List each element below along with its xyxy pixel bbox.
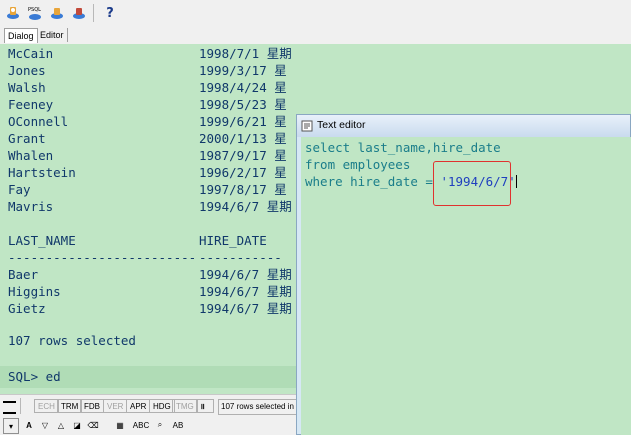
- editor-line-1: select last_name,hire_date: [305, 140, 501, 155]
- tab-bar: Dialog Editor: [0, 26, 631, 44]
- connect-icon[interactable]: [3, 3, 23, 23]
- bottom-toolbar: ▾ A ▽ △ ◪ ⌫ ▦ ABC ⌕ AB: [0, 416, 298, 435]
- rows-selected-message: 107 rows selected: [8, 333, 136, 348]
- result-row: Higgins 1994/6/7 星期: [8, 284, 292, 299]
- result-row: Hartstein 1996/2/17 星: [8, 165, 287, 180]
- status-separator: [20, 398, 21, 414]
- result-row: McCain 1998/7/1 星期: [8, 46, 292, 61]
- editor-title-bar[interactable]: Text editor: [297, 115, 630, 137]
- warning-icon[interactable]: △: [54, 418, 68, 432]
- sql-icon[interactable]: PSQL: [25, 3, 45, 23]
- find-icon[interactable]: ⌕: [153, 418, 167, 432]
- menu-icon[interactable]: [3, 401, 16, 414]
- database-icon[interactable]: [47, 3, 67, 23]
- result-row: Gietz 1994/6/7 星期: [8, 301, 292, 316]
- result-row: Mavris 1994/6/7 星期: [8, 199, 292, 214]
- status-hdg[interactable]: HDG: [149, 399, 175, 413]
- result-row: Jones 1999/3/17 星: [8, 63, 287, 78]
- result-row: Fay 1997/8/17 星: [8, 182, 287, 197]
- replace-icon[interactable]: AB: [170, 418, 186, 432]
- svg-text:PSQL: PSQL: [28, 7, 41, 13]
- status-trm[interactable]: TRM: [57, 399, 83, 413]
- editor-title: Text editor: [317, 119, 366, 131]
- tab-dialog[interactable]: Dialog: [4, 28, 38, 43]
- status-fdb[interactable]: FDB: [80, 399, 104, 413]
- help-icon[interactable]: ?: [100, 3, 120, 23]
- result-row: OConnell 1999/6/21 星: [8, 114, 287, 129]
- status-ech[interactable]: ECH: [34, 399, 59, 413]
- text-caret: [515, 175, 517, 188]
- main-toolbar: PSQL ?: [0, 0, 631, 27]
- column-header-row: LAST_NAME HIRE_DATE: [8, 233, 267, 248]
- editor-app-icon: [301, 120, 313, 132]
- status-bar: ECH TRM FDB VER APR HDG TMG ॥ 107 rows s…: [0, 394, 300, 417]
- status-tmg[interactable]: TMG: [172, 399, 198, 413]
- status-apr[interactable]: APR: [126, 399, 151, 413]
- tab-editor[interactable]: Editor: [37, 28, 68, 42]
- toolbar-separator: [93, 4, 94, 22]
- eraser-icon[interactable]: ⌫: [86, 418, 100, 432]
- dropdown-icon[interactable]: ▾: [3, 418, 19, 434]
- result-row: Walsh 1998/4/24 星: [8, 80, 287, 95]
- grid-icon[interactable]: ▦: [113, 418, 127, 432]
- abc-icon[interactable]: ABC: [131, 418, 151, 432]
- result-row: Grant 2000/1/13 星: [8, 131, 287, 146]
- result-row: Whalen 1987/9/17 星: [8, 148, 287, 163]
- filter-icon[interactable]: ▽: [38, 418, 52, 432]
- disconnect-icon[interactable]: [69, 3, 89, 23]
- pause-icon[interactable]: ॥: [196, 399, 214, 413]
- sql-prompt[interactable]: SQL> ed: [8, 368, 61, 385]
- status-ver[interactable]: VER: [103, 399, 128, 413]
- font-icon[interactable]: A: [22, 418, 36, 432]
- result-row: Baer 1994/6/7 星期: [8, 267, 292, 282]
- color-icon[interactable]: ◪: [70, 418, 84, 432]
- header-separator: ------------------------- -----------: [8, 250, 282, 265]
- status-message: 107 rows selected in: [218, 399, 300, 415]
- editor-line-2: from employees: [305, 157, 411, 172]
- highlight-box: [433, 161, 511, 206]
- result-row: Feeney 1998/5/23 星: [8, 97, 287, 112]
